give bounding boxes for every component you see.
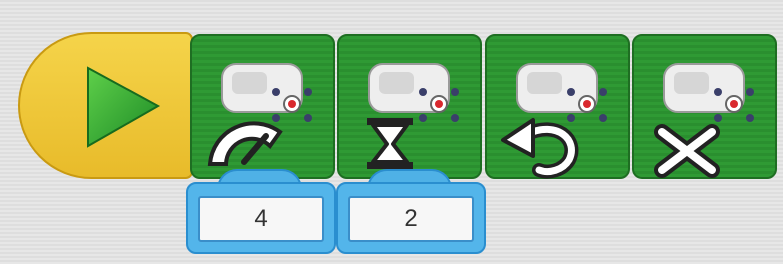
- stop-x-icon: [654, 124, 720, 178]
- motor-icon: [516, 63, 607, 122]
- start-block[interactable]: [18, 32, 193, 179]
- reverse-arrow-icon: [501, 118, 579, 179]
- program-canvas: 4 2: [0, 0, 783, 264]
- motor-power-block[interactable]: [190, 34, 335, 179]
- motor-off-block[interactable]: [632, 34, 777, 179]
- hourglass-icon: [367, 118, 413, 169]
- power-input-value[interactable]: 4: [198, 196, 324, 242]
- power-input-block[interactable]: 4: [186, 182, 336, 254]
- speed-gauge-icon: [207, 121, 283, 166]
- motor-icon: [221, 63, 312, 122]
- motor-icon: [368, 63, 459, 122]
- motor-icon: [663, 63, 754, 122]
- time-input-value[interactable]: 2: [348, 196, 474, 242]
- motor-direction-block[interactable]: [485, 34, 630, 179]
- motor-on-for-block[interactable]: [337, 34, 482, 179]
- play-icon: [87, 66, 161, 148]
- time-input-block[interactable]: 2: [336, 182, 486, 254]
